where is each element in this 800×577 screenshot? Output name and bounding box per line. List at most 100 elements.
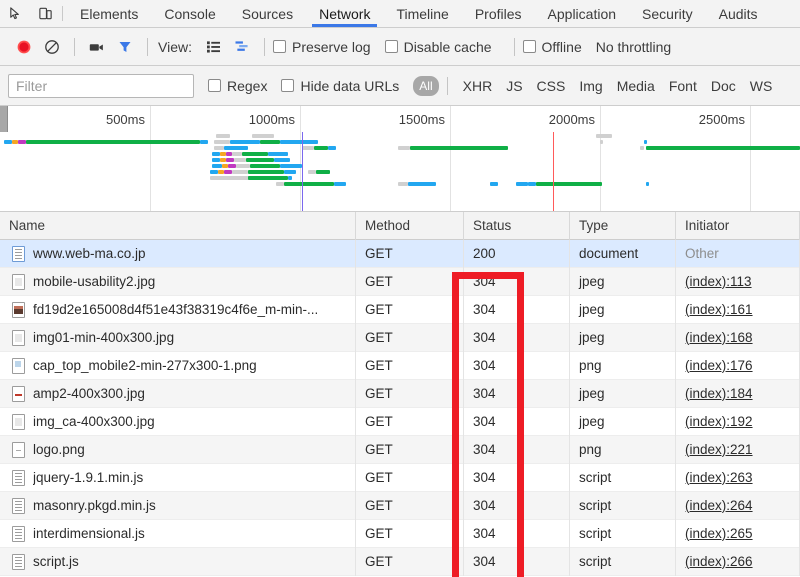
network-filter-bar: Regex Hide data URLs All XHR JS CSS Img …: [0, 66, 800, 106]
cell-status: 304: [464, 491, 570, 520]
overview-request-bar: [18, 140, 26, 144]
table-row[interactable]: mobile-usability2.jpg GET 304 jpeg (index):1…: [0, 267, 800, 296]
cell-initiator[interactable]: (index):161: [676, 295, 800, 324]
record-button[interactable]: [10, 33, 38, 61]
toggle-device-toolbar-icon[interactable]: [30, 0, 60, 27]
initiator-link[interactable]: (index):263: [685, 470, 753, 485]
cell-initiator[interactable]: (index):266: [676, 547, 800, 576]
table-row[interactable]: img01-min-400x300.jpg GET 304 jpeg (index):1…: [0, 323, 800, 352]
tab-console[interactable]: Console: [151, 0, 228, 27]
cell-initiator[interactable]: (index):192: [676, 407, 800, 436]
tab-security[interactable]: Security: [629, 0, 706, 27]
tab-application[interactable]: Application: [535, 0, 630, 27]
overview-drag-handle[interactable]: [0, 106, 8, 132]
column-header-type[interactable]: Type: [570, 212, 676, 240]
clear-button[interactable]: [38, 33, 66, 61]
table-row[interactable]: interdimensional.js GET 304 script (index):2…: [0, 519, 800, 548]
cell-name[interactable]: amp2-400x300.jpg: [0, 379, 356, 408]
cell-name[interactable]: fd19d2e165008d4f51e43f38319c4f6e_m-min-.…: [0, 295, 356, 324]
table-row[interactable]: www.web-ma.co.jp GET 200 document Other: [0, 239, 800, 268]
tab-elements[interactable]: Elements: [67, 0, 151, 27]
tab-network[interactable]: Network: [306, 0, 383, 27]
initiator-link[interactable]: (index):264: [685, 498, 753, 513]
cell-name[interactable]: masonry.pkgd.min.js: [0, 491, 356, 520]
table-row[interactable]: jquery-1.9.1.min.js GET 304 script (index):2…: [0, 463, 800, 492]
table-row[interactable]: masonry.pkgd.min.js GET 304 script (index):2…: [0, 491, 800, 520]
tab-audits[interactable]: Audits: [706, 0, 771, 27]
regex-checkbox[interactable]: Regex: [208, 78, 267, 94]
funnel-icon[interactable]: [111, 33, 139, 61]
table-row[interactable]: logo.png GET 304 png (index):221: [0, 435, 800, 464]
filter-type-js[interactable]: JS: [499, 76, 529, 96]
preserve-log-label: Preserve log: [291, 38, 371, 55]
cell-name[interactable]: cap_top_mobile2-min-277x300-1.png: [0, 351, 356, 380]
request-name-label: logo.png: [33, 441, 85, 457]
inspect-element-icon[interactable]: [0, 0, 30, 27]
filter-type-xhr[interactable]: XHR: [456, 76, 500, 96]
table-row[interactable]: img_ca-400x300.jpg GET 304 jpeg (index):192: [0, 407, 800, 436]
column-header-name[interactable]: Name: [0, 212, 356, 240]
filter-type-css[interactable]: CSS: [530, 76, 573, 96]
cell-name[interactable]: mobile-usability2.jpg: [0, 267, 356, 296]
cell-name[interactable]: img_ca-400x300.jpg: [0, 407, 356, 436]
cell-name[interactable]: logo.png: [0, 435, 356, 464]
cell-name[interactable]: www.web-ma.co.jp: [0, 239, 356, 268]
filter-type-font[interactable]: Font: [662, 76, 704, 96]
cell-method: GET: [356, 379, 464, 408]
table-row[interactable]: script.js GET 304 script (index):266: [0, 547, 800, 576]
cell-name[interactable]: jquery-1.9.1.min.js: [0, 463, 356, 492]
cell-initiator[interactable]: (index):221: [676, 435, 800, 464]
initiator-link[interactable]: (index):184: [685, 386, 753, 401]
filter-type-doc[interactable]: Doc: [704, 76, 743, 96]
table-row[interactable]: amp2-400x300.jpg GET 304 jpeg (index):184: [0, 379, 800, 408]
view-label: View:: [158, 38, 192, 55]
cell-name[interactable]: interdimensional.js: [0, 519, 356, 548]
disable-cache-checkbox[interactable]: Disable cache: [384, 39, 492, 55]
network-timeline-overview[interactable]: 500ms 1000ms 1500ms 2000ms 2500ms: [0, 106, 800, 212]
list-view-icon[interactable]: [200, 33, 228, 61]
initiator-link[interactable]: (index):221: [685, 442, 753, 457]
search-input[interactable]: [8, 73, 194, 98]
waterfall-view-icon[interactable]: [228, 33, 256, 61]
cell-type: png: [570, 435, 676, 464]
initiator-link[interactable]: (index):176: [685, 358, 753, 373]
preserve-log-checkbox[interactable]: Preserve log: [272, 38, 371, 55]
filter-type-img[interactable]: Img: [572, 76, 609, 96]
cell-initiator[interactable]: (index):176: [676, 351, 800, 380]
throttling-select[interactable]: No throttling: [596, 39, 671, 55]
filter-type-all[interactable]: All: [413, 75, 439, 96]
overview-request-bar: [274, 158, 290, 162]
tab-timeline[interactable]: Timeline: [383, 0, 461, 27]
cell-type: jpeg: [570, 407, 676, 436]
column-header-method[interactable]: Method: [356, 212, 464, 240]
initiator-link[interactable]: (index):168: [685, 330, 753, 345]
image-icon: [12, 385, 25, 402]
initiator-link[interactable]: (index):161: [685, 302, 753, 317]
tab-sources[interactable]: Sources: [229, 0, 306, 27]
table-row[interactable]: fd19d2e165008d4f51e43f38319c4f6e_m-min-.…: [0, 295, 800, 324]
cell-initiator[interactable]: (index):184: [676, 379, 800, 408]
overview-gridline: [600, 106, 601, 211]
table-row[interactable]: cap_top_mobile2-min-277x300-1.png GET 304 p…: [0, 351, 800, 380]
tab-profiles[interactable]: Profiles: [462, 0, 535, 27]
column-header-status[interactable]: Status: [464, 212, 570, 240]
offline-checkbox[interactable]: Offline: [522, 39, 582, 55]
filter-type-ws[interactable]: WS: [743, 76, 780, 96]
cell-initiator[interactable]: (index):113: [676, 267, 800, 296]
checkbox-box: [522, 40, 536, 53]
filter-type-media[interactable]: Media: [610, 76, 662, 96]
cell-initiator[interactable]: (index):264: [676, 491, 800, 520]
cell-name[interactable]: script.js: [0, 547, 356, 576]
cell-initiator[interactable]: (index):168: [676, 323, 800, 352]
initiator-link[interactable]: (index):265: [685, 526, 753, 541]
hide-data-urls-checkbox[interactable]: Hide data URLs: [281, 78, 399, 94]
initiator-link[interactable]: (index):266: [685, 554, 753, 569]
cell-initiator[interactable]: (index):265: [676, 519, 800, 548]
column-header-initiator[interactable]: Initiator: [676, 212, 800, 240]
initiator-link[interactable]: (index):113: [685, 274, 752, 289]
camera-icon[interactable]: [83, 33, 111, 61]
initiator-link[interactable]: (index):192: [685, 414, 753, 429]
cell-name[interactable]: img01-min-400x300.jpg: [0, 323, 356, 352]
cell-initiator[interactable]: (index):263: [676, 463, 800, 492]
overview-request-bar: [242, 152, 268, 156]
